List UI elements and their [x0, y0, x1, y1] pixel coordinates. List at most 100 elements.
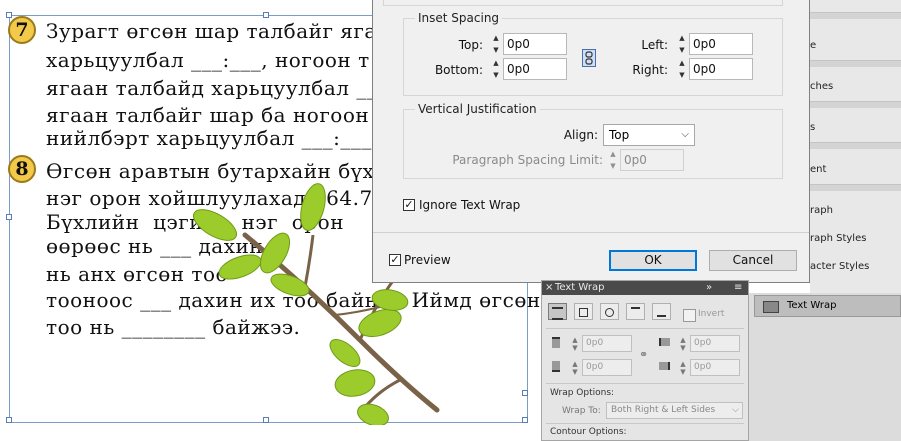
text-wrap-title: Text Wrap — [555, 282, 605, 293]
cancel-button[interactable]: Cancel — [709, 250, 797, 271]
jump-next-column-button[interactable] — [652, 303, 671, 320]
panel-item-3[interactable]: s — [810, 122, 901, 133]
no-wrap-icon — [552, 307, 563, 320]
top-offset-field[interactable]: 0p0 — [582, 335, 632, 352]
left-stepper[interactable]: ▲ ▼ — [677, 33, 687, 55]
jump-object-button[interactable] — [626, 303, 645, 320]
ignore-text-wrap-label[interactable]: Ignore Text Wrap — [419, 198, 520, 212]
left-offset-stepper[interactable]: ▲ ▼ — [678, 335, 688, 352]
align-value: Top — [609, 128, 630, 142]
right-offset-field[interactable]: 0p0 — [690, 359, 740, 376]
vertical-justification-title: Vertical Justification — [415, 102, 540, 116]
frame-handle-mr[interactable] — [522, 390, 528, 396]
inset-spacing-title: Inset Spacing — [415, 11, 503, 25]
left-label: Left: — [641, 38, 668, 52]
contour-options-label: Contour Options: — [550, 427, 627, 437]
preview-checkbox[interactable]: ✓ — [389, 254, 401, 266]
frame-handle-br[interactable] — [522, 417, 528, 423]
text-frame-options-dialog: Inset Spacing Top: ▲ ▼ 0p0 Bottom: ▲ ▼ 0p0… — [372, 0, 810, 283]
preview-label[interactable]: Preview — [404, 253, 451, 267]
invert-checkbox[interactable] — [683, 309, 696, 322]
right-offset-stepper[interactable]: ▲ ▼ — [678, 359, 688, 376]
q7-line-2: харьцуулбал ___:___, ногоон т — [46, 48, 370, 72]
panel-separator — [810, 184, 901, 191]
question-7-badge: 7 — [8, 16, 36, 44]
bottom-offset-stepper[interactable]: ▲ ▼ — [570, 359, 580, 376]
top-inset-field[interactable]: 0p0 — [503, 33, 567, 55]
bottom-stepper[interactable]: ▲ ▼ — [491, 58, 501, 80]
left-inset-field[interactable]: 0p0 — [689, 33, 753, 55]
panel-divider — [546, 383, 744, 384]
panel-item-paragraph-styles[interactable]: raph Styles — [810, 233, 901, 244]
right-label: Right: — [632, 63, 668, 77]
question-8-badge: 8 — [8, 155, 36, 183]
paragraph-spacing-field[interactable]: 0p0 — [620, 149, 684, 171]
wrap-to-select[interactable]: Both Right & Left Sides ⌵ — [606, 402, 743, 419]
panel-separator — [810, 12, 901, 19]
right-panel-dock: e ches s ent raph raph Styles acter Styl… — [810, 0, 901, 293]
right-stepper[interactable]: ▲ ▼ — [677, 58, 687, 80]
q7-line-3: ягаан талбайд харьцуулбал ___ — [46, 76, 388, 100]
wrap-object-shape-button[interactable] — [600, 303, 619, 320]
align-label: Align: — [563, 128, 598, 142]
right-offset-icon — [659, 362, 670, 370]
wrap-bounding-box-icon — [579, 308, 588, 317]
panel-separator — [810, 142, 901, 149]
frame-handle-ml[interactable] — [6, 214, 12, 220]
wrap-shape-icon — [605, 308, 614, 317]
panel-divider — [546, 423, 744, 424]
top-stepper[interactable]: ▲ ▼ — [491, 33, 501, 55]
q7-line-4: ягаан талбайг шар ба ногоон т — [46, 103, 388, 127]
jump-next-column-icon — [657, 307, 666, 317]
dialog-bottom-divider — [373, 232, 809, 233]
text-wrap-tab-label: Text Wrap — [787, 300, 837, 311]
panel-item-1[interactable]: e — [810, 40, 901, 51]
vertical-justification-group — [403, 109, 783, 179]
align-select[interactable]: Top ⌵ — [603, 124, 695, 146]
right-inset-field[interactable]: 0p0 — [689, 58, 753, 80]
frame-handle-bl[interactable] — [6, 417, 12, 423]
left-offset-icon — [659, 338, 670, 346]
paragraph-spacing-label: Paragraph Spacing Limit: — [452, 153, 603, 167]
no-wrap-button[interactable] — [548, 303, 567, 320]
chevron-down-icon: ⌵ — [681, 129, 689, 140]
frame-handle-tc[interactable] — [263, 12, 269, 18]
wrap-bounding-box-button[interactable] — [574, 303, 593, 320]
panel-item-paragraph[interactable]: raph — [810, 205, 901, 216]
bottom-inset-field[interactable]: 0p0 — [503, 58, 567, 80]
link-chain-icon[interactable] — [582, 49, 596, 67]
invert-label[interactable]: Invert — [698, 309, 724, 319]
ok-button[interactable]: OK — [609, 250, 697, 271]
q7-line-5: нийлбэрт харьцуулбал ___:___ — [46, 126, 372, 150]
top-label: Top: — [458, 38, 483, 52]
panel-separator — [810, 60, 901, 67]
panel-menu-icon[interactable]: ≡ — [734, 281, 742, 295]
bottom-offset-field[interactable]: 0p0 — [582, 359, 632, 376]
wrap-options-label: Wrap Options: — [550, 388, 615, 398]
ignore-text-wrap-checkbox[interactable]: ✓ — [403, 199, 415, 211]
text-wrap-panel: × Text Wrap » ≡ Invert ▲ ▼ 0p0 ▲ ▼ 0p0 ⚭ ▲… — [541, 280, 749, 441]
text-wrap-panel-tab[interactable]: Text Wrap — [754, 295, 901, 317]
link-offsets-icon[interactable]: ⚭ — [639, 348, 648, 361]
jump-object-icon — [631, 307, 640, 317]
panel-item-2[interactable]: ches — [810, 81, 901, 92]
frame-handle-tl[interactable] — [6, 12, 12, 18]
close-icon[interactable]: × — [545, 281, 553, 295]
left-offset-field[interactable]: 0p0 — [690, 335, 740, 352]
panel-divider — [546, 328, 744, 329]
bottom-offset-icon — [552, 361, 560, 372]
panel-item-4[interactable]: ent — [810, 164, 901, 175]
collapse-icon[interactable]: » — [706, 281, 712, 295]
wrap-to-value: Both Right & Left Sides — [611, 405, 716, 415]
text-wrap-panel-header[interactable]: × Text Wrap » ≡ — [542, 281, 748, 295]
q7-line-1: Зурагт өгсөн шар талбайг ягаа — [46, 19, 390, 43]
text-wrap-tab-icon — [763, 301, 779, 313]
bottom-label: Bottom: — [434, 63, 483, 77]
top-offset-stepper[interactable]: ▲ ▼ — [570, 335, 580, 352]
panel-separator — [810, 101, 901, 108]
wrap-to-label: Wrap To: — [562, 406, 601, 416]
paragraph-spacing-stepper[interactable]: ▲ ▼ — [608, 149, 618, 171]
panel-item-character-styles[interactable]: acter Styles — [810, 261, 901, 272]
top-group-edge — [383, 0, 783, 6]
chevron-down-icon: ⌵ — [732, 405, 739, 415]
